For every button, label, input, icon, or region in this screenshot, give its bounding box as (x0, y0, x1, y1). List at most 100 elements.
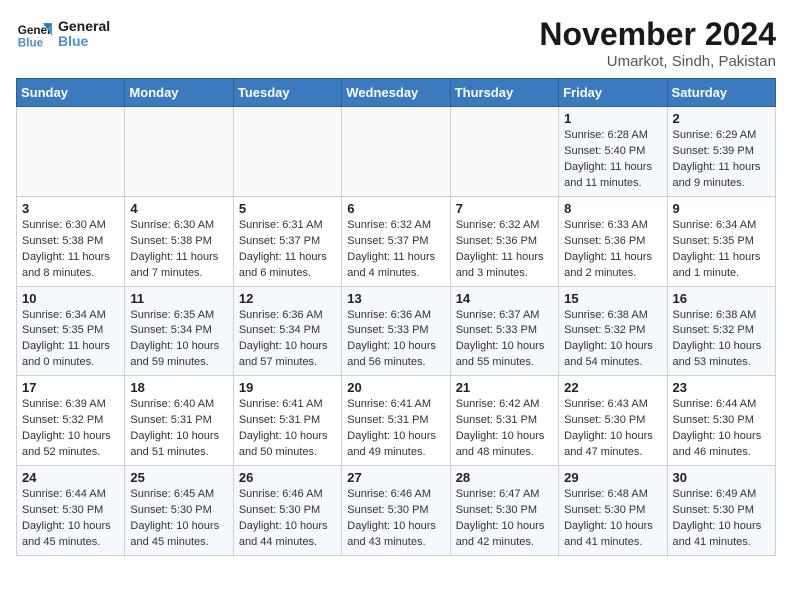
day-info: Sunrise: 6:28 AM Sunset: 5:40 PM Dayligh… (564, 128, 661, 192)
calendar-cell: 6 Sunrise: 6:32 AM Sunset: 5:37 PM Daylig… (342, 196, 450, 286)
day-info: Sunrise: 6:34 AM Sunset: 5:35 PM Dayligh… (673, 218, 770, 282)
day-info: Sunrise: 6:29 AM Sunset: 5:39 PM Dayligh… (673, 128, 770, 192)
day-number: 30 (673, 470, 770, 485)
day-number: 1 (564, 111, 661, 126)
calendar-cell: 12 Sunrise: 6:36 AM Sunset: 5:34 PM Dayli… (233, 286, 341, 376)
day-info: Sunrise: 6:38 AM Sunset: 5:32 PM Dayligh… (564, 308, 661, 372)
day-number: 26 (239, 470, 336, 485)
day-number: 28 (456, 470, 553, 485)
day-info: Sunrise: 6:41 AM Sunset: 5:31 PM Dayligh… (239, 397, 336, 461)
day-info: Sunrise: 6:48 AM Sunset: 5:30 PM Dayligh… (564, 487, 661, 551)
day-info: Sunrise: 6:31 AM Sunset: 5:37 PM Dayligh… (239, 218, 336, 282)
day-number: 20 (347, 380, 444, 395)
calendar-cell: 1 Sunrise: 6:28 AM Sunset: 5:40 PM Daylig… (559, 107, 667, 197)
calendar-cell (17, 107, 125, 197)
calendar-cell: 21 Sunrise: 6:42 AM Sunset: 5:31 PM Dayli… (450, 376, 558, 466)
day-info: Sunrise: 6:44 AM Sunset: 5:30 PM Dayligh… (22, 487, 119, 551)
calendar-week-row: 3 Sunrise: 6:30 AM Sunset: 5:38 PM Daylig… (17, 196, 776, 286)
calendar-cell: 13Sunrise: 6:36 AM Sunset: 5:33 PM Dayli… (342, 286, 450, 376)
day-number: 23 (673, 380, 770, 395)
calendar-cell: 27Sunrise: 6:46 AM Sunset: 5:30 PM Dayli… (342, 466, 450, 556)
calendar-cell: 8 Sunrise: 6:33 AM Sunset: 5:36 PM Daylig… (559, 196, 667, 286)
day-number: 15 (564, 291, 661, 306)
day-info: Sunrise: 6:30 AM Sunset: 5:38 PM Dayligh… (130, 218, 227, 282)
day-number: 21 (456, 380, 553, 395)
day-number: 19 (239, 380, 336, 395)
day-info: Sunrise: 6:36 AM Sunset: 5:34 PM Dayligh… (239, 308, 336, 372)
column-header-wednesday: Wednesday (342, 79, 450, 107)
page-header: General Blue General Blue November 2024 … (16, 16, 776, 70)
location: Umarkot, Sindh, Pakistan (539, 53, 776, 70)
calendar-header-row: SundayMondayTuesdayWednesdayThursdayFrid… (17, 79, 776, 107)
day-info: Sunrise: 6:34 AM Sunset: 5:35 PM Dayligh… (22, 308, 119, 372)
day-info: Sunrise: 6:33 AM Sunset: 5:36 PM Dayligh… (564, 218, 661, 282)
logo-line1: General (58, 19, 110, 34)
calendar-cell: 16 Sunrise: 6:38 AM Sunset: 5:32 PM Dayli… (667, 286, 775, 376)
day-info: Sunrise: 6:42 AM Sunset: 5:31 PM Dayligh… (456, 397, 553, 461)
calendar-cell: 26 Sunrise: 6:46 AM Sunset: 5:30 PM Dayli… (233, 466, 341, 556)
calendar-cell: 7 Sunrise: 6:32 AM Sunset: 5:36 PM Daylig… (450, 196, 558, 286)
day-info: Sunrise: 6:30 AM Sunset: 5:38 PM Dayligh… (22, 218, 119, 282)
day-info: Sunrise: 6:41 AM Sunset: 5:31 PM Dayligh… (347, 397, 444, 461)
logo: General Blue General Blue (16, 16, 110, 52)
day-info: Sunrise: 6:37 AM Sunset: 5:33 PM Dayligh… (456, 308, 553, 372)
day-info: Sunrise: 6:44 AM Sunset: 5:30 PM Dayligh… (673, 397, 770, 461)
calendar-cell (450, 107, 558, 197)
calendar-cell: 3 Sunrise: 6:30 AM Sunset: 5:38 PM Daylig… (17, 196, 125, 286)
title-block: November 2024 Umarkot, Sindh, Pakistan (539, 16, 776, 70)
day-number: 12 (239, 291, 336, 306)
day-number: 8 (564, 201, 661, 216)
calendar-cell: 24 Sunrise: 6:44 AM Sunset: 5:30 PM Dayli… (17, 466, 125, 556)
calendar-cell: 5 Sunrise: 6:31 AM Sunset: 5:37 PM Daylig… (233, 196, 341, 286)
day-number: 22 (564, 380, 661, 395)
calendar-cell: 19 Sunrise: 6:41 AM Sunset: 5:31 PM Dayli… (233, 376, 341, 466)
day-number: 18 (130, 380, 227, 395)
day-info: Sunrise: 6:35 AM Sunset: 5:34 PM Dayligh… (130, 308, 227, 372)
day-number: 4 (130, 201, 227, 216)
day-number: 25 (130, 470, 227, 485)
calendar-cell: 30Sunrise: 6:49 AM Sunset: 5:30 PM Dayli… (667, 466, 775, 556)
day-number: 16 (673, 291, 770, 306)
day-number: 2 (673, 111, 770, 126)
day-info: Sunrise: 6:43 AM Sunset: 5:30 PM Dayligh… (564, 397, 661, 461)
calendar-cell: 22 Sunrise: 6:43 AM Sunset: 5:30 PM Dayli… (559, 376, 667, 466)
day-info: Sunrise: 6:46 AM Sunset: 5:30 PM Dayligh… (347, 487, 444, 551)
calendar-cell: 17Sunrise: 6:39 AM Sunset: 5:32 PM Dayli… (17, 376, 125, 466)
day-info: Sunrise: 6:32 AM Sunset: 5:36 PM Dayligh… (456, 218, 553, 282)
calendar-cell: 23 Sunrise: 6:44 AM Sunset: 5:30 PM Dayli… (667, 376, 775, 466)
logo-line2: Blue (58, 34, 110, 49)
day-info: Sunrise: 6:47 AM Sunset: 5:30 PM Dayligh… (456, 487, 553, 551)
day-info: Sunrise: 6:39 AM Sunset: 5:32 PM Dayligh… (22, 397, 119, 461)
calendar-week-row: 10 Sunrise: 6:34 AM Sunset: 5:35 PM Dayli… (17, 286, 776, 376)
calendar-cell (125, 107, 233, 197)
calendar-week-row: 1 Sunrise: 6:28 AM Sunset: 5:40 PM Daylig… (17, 107, 776, 197)
day-number: 6 (347, 201, 444, 216)
calendar-cell: 9Sunrise: 6:34 AM Sunset: 5:35 PM Daylig… (667, 196, 775, 286)
column-header-friday: Friday (559, 79, 667, 107)
day-number: 10 (22, 291, 119, 306)
calendar-cell: 28 Sunrise: 6:47 AM Sunset: 5:30 PM Dayli… (450, 466, 558, 556)
calendar-week-row: 17Sunrise: 6:39 AM Sunset: 5:32 PM Dayli… (17, 376, 776, 466)
day-number: 29 (564, 470, 661, 485)
day-number: 3 (22, 201, 119, 216)
day-number: 24 (22, 470, 119, 485)
calendar-cell (233, 107, 341, 197)
calendar-cell: 18 Sunrise: 6:40 AM Sunset: 5:31 PM Dayli… (125, 376, 233, 466)
day-info: Sunrise: 6:46 AM Sunset: 5:30 PM Dayligh… (239, 487, 336, 551)
calendar-cell: 25 Sunrise: 6:45 AM Sunset: 5:30 PM Dayli… (125, 466, 233, 556)
column-header-saturday: Saturday (667, 79, 775, 107)
day-info: Sunrise: 6:40 AM Sunset: 5:31 PM Dayligh… (130, 397, 227, 461)
day-info: Sunrise: 6:32 AM Sunset: 5:37 PM Dayligh… (347, 218, 444, 282)
month-title: November 2024 (539, 16, 776, 53)
day-info: Sunrise: 6:45 AM Sunset: 5:30 PM Dayligh… (130, 487, 227, 551)
calendar-week-row: 24 Sunrise: 6:44 AM Sunset: 5:30 PM Dayli… (17, 466, 776, 556)
day-number: 5 (239, 201, 336, 216)
calendar-cell: 20 Sunrise: 6:41 AM Sunset: 5:31 PM Dayli… (342, 376, 450, 466)
calendar-cell: 29 Sunrise: 6:48 AM Sunset: 5:30 PM Dayli… (559, 466, 667, 556)
column-header-thursday: Thursday (450, 79, 558, 107)
logo-icon: General Blue (16, 16, 52, 52)
column-header-tuesday: Tuesday (233, 79, 341, 107)
day-number: 7 (456, 201, 553, 216)
day-info: Sunrise: 6:38 AM Sunset: 5:32 PM Dayligh… (673, 308, 770, 372)
calendar-cell: 15 Sunrise: 6:38 AM Sunset: 5:32 PM Dayli… (559, 286, 667, 376)
